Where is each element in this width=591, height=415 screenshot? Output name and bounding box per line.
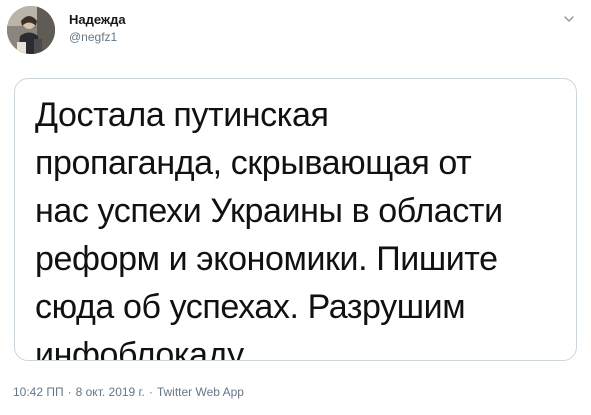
media-text-line: реформ и экономики. Пишите [35,240,498,278]
tweet-time-link[interactable]: 10:42 ПП [13,385,64,399]
avatar[interactable] [7,6,55,54]
media-card[interactable]: Достала путинская пропаганда, скрывающая… [14,78,577,361]
meta-separator: · [148,385,153,399]
media-text: Достала путинская пропаганда, скрывающая… [35,91,565,361]
media-text-line: сюда об успехах. Разрушим [35,288,466,326]
media-text-line: нас успехи Украины в области [35,192,503,230]
media-text-line: инфоблокаду [35,336,244,361]
tweet-meta: 10:42 ПП · 8 окт. 2019 г. · Twitter Web App [13,385,244,399]
media-text-line: пропаганда, скрывающая от [35,144,472,182]
chevron-down-icon [564,16,574,22]
tweet-menu-button[interactable] [562,12,576,26]
author-display-name[interactable]: Надежда [69,13,126,26]
user-photo-icon [7,6,55,54]
media-text-line: Достала путинская [35,96,329,134]
tweet-date-link[interactable]: 8 окт. 2019 г. [76,385,145,399]
tweet: Надежда @negfz1 Достала путинская пропаг… [0,0,591,415]
tweet-source-link[interactable]: Twitter Web App [157,385,244,399]
author-block: Надежда @negfz1 [69,13,126,43]
author-handle[interactable]: @negfz1 [69,31,126,43]
meta-separator: · [67,385,72,399]
